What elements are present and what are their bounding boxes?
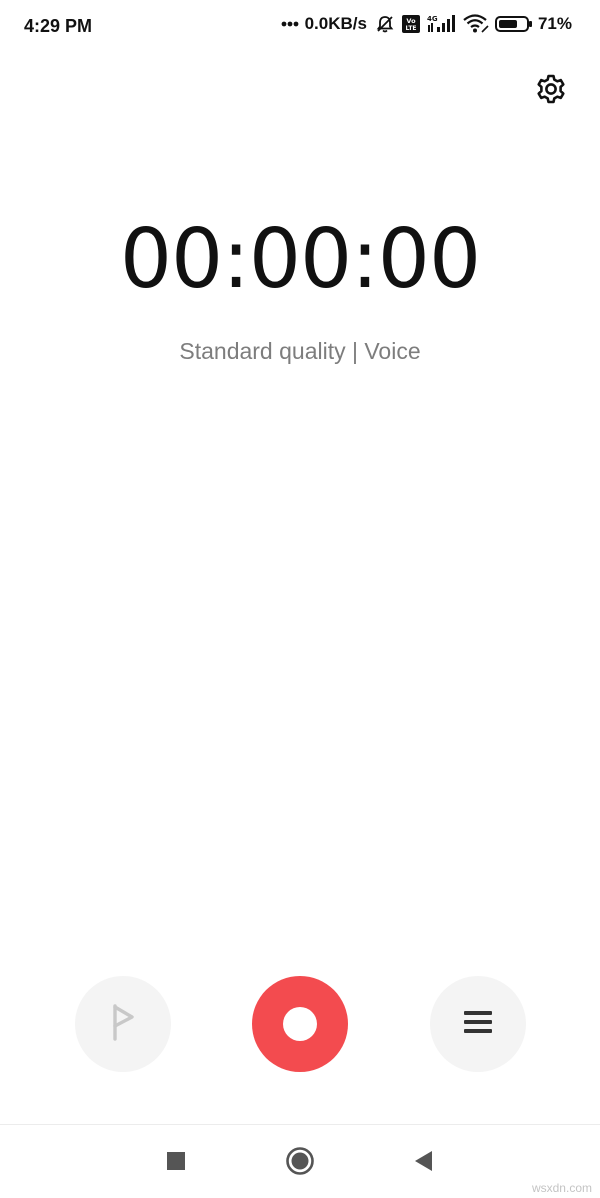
back-button[interactable] (408, 1147, 440, 1179)
battery-icon (494, 14, 533, 34)
status-icons: 0.0KB/s Vo LTE 4G 71% (281, 14, 572, 34)
status-time: 4:29 PM (24, 16, 93, 36)
net-speed: 0.0KB/s (304, 14, 367, 33)
wifi-icon (463, 14, 489, 34)
more-dots-icon (281, 21, 299, 27)
volte-icon: Vo LTE (401, 14, 421, 34)
gear-icon (535, 73, 567, 110)
recording-timer: 00:00:00 (119, 212, 481, 307)
record-icon (283, 1007, 317, 1041)
record-button[interactable] (252, 976, 348, 1072)
svg-text:4G: 4G (427, 15, 438, 23)
home-button[interactable] (284, 1146, 316, 1181)
signal-icon: 4G (427, 14, 457, 34)
status-bar: 4:29 PM 0.0KB/s Vo LTE 4G 71% (0, 0, 600, 52)
battery-percent: 71% (537, 14, 572, 33)
quality-label: Standard quality | Voice (179, 338, 421, 364)
circle-icon (285, 1146, 315, 1181)
back-triangle-icon (412, 1149, 436, 1178)
svg-text:LTE: LTE (405, 25, 416, 32)
battery: 71% (494, 14, 572, 34)
square-icon (165, 1150, 187, 1177)
battery-fill (498, 20, 517, 28)
svg-text:Vo: Vo (406, 17, 416, 25)
settings-button[interactable] (532, 72, 570, 110)
recents-button[interactable] (160, 1147, 192, 1179)
navigation-bar: wsxdn.com (0, 1124, 600, 1198)
flag-icon (109, 1003, 137, 1046)
mute-bell-icon (375, 14, 395, 34)
menu-icon (462, 1008, 494, 1041)
recordings-list-button[interactable] (430, 976, 526, 1072)
flag-button[interactable] (75, 976, 171, 1072)
watermark: wsxdn.com (531, 1181, 592, 1195)
